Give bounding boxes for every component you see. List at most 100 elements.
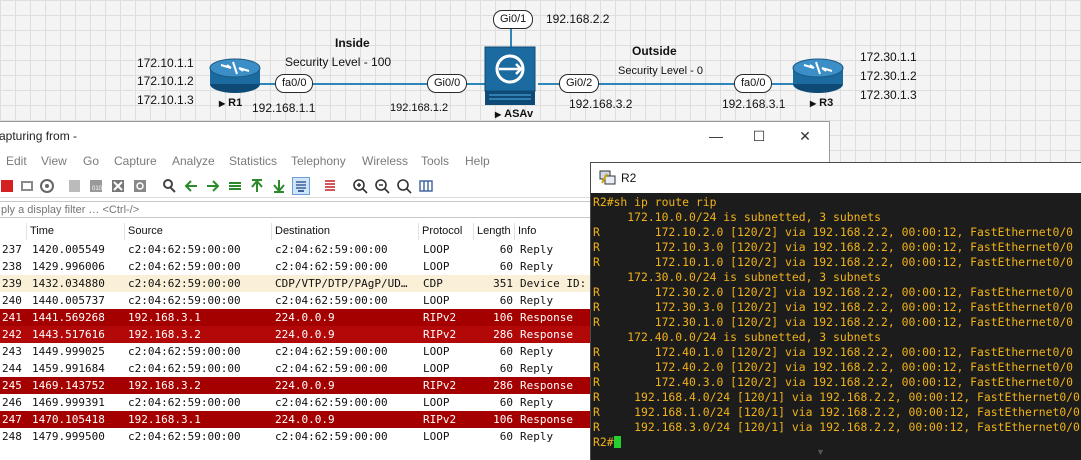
cell-src: c2:04:62:59:00:00 [128, 345, 241, 358]
menu-go[interactable]: Go [83, 154, 99, 168]
close-button[interactable]: ✕ [790, 126, 820, 146]
menu-edit[interactable]: Edit [6, 154, 27, 168]
wireshark-title: apturing from - [0, 129, 78, 143]
stop-capture-icon[interactable] [0, 178, 15, 194]
cell-src: c2:04:62:59:00:00 [128, 294, 241, 307]
r3-ip: 192.168.3.1 [722, 97, 786, 111]
close-file-icon[interactable] [110, 178, 126, 194]
go-back-icon[interactable] [183, 178, 199, 194]
capture-options-icon[interactable] [39, 178, 55, 194]
last-packet-icon[interactable] [271, 178, 287, 194]
terminal-line: R 192.168.3.0/24 [120/1] via 192.168.2.2… [593, 420, 1081, 435]
router-r1-icon[interactable] [207, 56, 263, 96]
cell-len: 60 [499, 362, 513, 375]
firewall-asav-icon[interactable] [481, 45, 539, 109]
menu-help[interactable]: Help [465, 154, 490, 168]
cell-time: 1479.999500 [32, 430, 105, 443]
cell-time: 1459.991684 [32, 362, 105, 375]
maximize-button[interactable]: ☐ [744, 126, 774, 146]
terminal-line: R 172.30.3.0 [120/2] via 192.168.2.2, 00… [593, 300, 1081, 315]
cell-len: 286 [493, 379, 513, 392]
putty-icon [599, 170, 616, 185]
cell-len: 60 [499, 396, 513, 409]
menu-tools[interactable]: Tools [421, 154, 449, 168]
terminal-line-text: 172.40.0.0/24 is subnetted, 3 subnets [593, 330, 882, 344]
menu-wireless[interactable]: Wireless [362, 154, 408, 168]
cell-time: 1420.005549 [32, 243, 105, 256]
menu-analyze[interactable]: Analyze [172, 154, 215, 168]
terminal-output[interactable]: R2#sh ip route rip 172.10.0.0/24 is subn… [593, 195, 1081, 450]
router-r3-icon[interactable] [790, 56, 846, 96]
cell-len: 351 [493, 277, 513, 290]
col-header-length[interactable]: Length [474, 223, 515, 240]
cell-dst: 224.0.0.9 [275, 328, 335, 341]
terminal-line: 172.40.0.0/24 is subnetted, 3 subnets [593, 330, 1081, 345]
cell-src: c2:04:62:59:00:00 [128, 243, 241, 256]
r1-loopback-2: 172.10.1.2 [137, 74, 194, 88]
menu-view[interactable]: View [41, 154, 67, 168]
reload-file-icon[interactable] [132, 178, 148, 194]
autoscroll-icon[interactable] [292, 177, 310, 195]
inside-label: Inside [335, 36, 370, 50]
go-to-packet-icon[interactable] [227, 178, 243, 194]
cell-time: 1441.569268 [32, 311, 105, 324]
open-file-icon[interactable] [67, 178, 83, 194]
col-header-source[interactable]: Source [125, 223, 272, 240]
cell-src: 192.168.3.2 [128, 379, 201, 392]
col-header-no[interactable] [0, 223, 27, 240]
cell-src: 192.168.3.1 [128, 311, 201, 324]
cell-len: 60 [499, 430, 513, 443]
cell-no: 238 [2, 260, 22, 273]
cell-time: 1449.999025 [32, 345, 105, 358]
col-header-destination[interactable]: Destination [272, 223, 419, 240]
find-packet-icon[interactable] [161, 178, 177, 194]
terminal-line: R2#sh ip route rip [593, 195, 1081, 210]
zoom-in-icon[interactable] [352, 178, 368, 194]
cell-src: c2:04:62:59:00:00 [128, 362, 241, 375]
restart-capture-icon[interactable] [19, 178, 35, 194]
r3-loopback-2: 172.30.1.2 [860, 69, 917, 83]
menu-statistics[interactable]: Statistics [229, 154, 277, 168]
cell-len: 106 [493, 413, 513, 426]
menu-telephony[interactable]: Telephony [291, 154, 346, 168]
resize-columns-icon[interactable] [418, 178, 434, 194]
display-filter-input[interactable] [0, 201, 599, 218]
wireshark-titlebar[interactable]: apturing from - — ☐ ✕ [0, 122, 829, 150]
zoom-out-icon[interactable] [374, 178, 390, 194]
r3-iface-fa0-0[interactable]: fa0/0 [734, 74, 773, 93]
r1-iface-fa0-0[interactable]: fa0/0 [275, 74, 314, 93]
terminal-line: R 172.10.1.0 [120/2] via 192.168.2.2, 00… [593, 255, 1081, 270]
asav-iface-gi0-2[interactable]: Gi0/2 [559, 74, 600, 93]
col-header-time[interactable]: Time [27, 223, 125, 240]
cell-no: 241 [2, 311, 22, 324]
terminal-line: R 172.30.1.0 [120/2] via 192.168.2.2, 00… [593, 315, 1081, 330]
scroll-down-icon[interactable]: ▼ [816, 447, 825, 457]
zoom-normal-icon[interactable] [396, 178, 412, 194]
asav-iface-gi0-0[interactable]: Gi0/0 [427, 74, 468, 93]
go-forward-icon[interactable] [205, 178, 221, 194]
terminal-line-text: R2#sh ip route rip [593, 195, 717, 209]
r1-loopback-3: 172.10.1.3 [137, 93, 194, 107]
cell-proto: LOOP [423, 260, 450, 273]
cell-no: 240 [2, 294, 22, 307]
first-packet-icon[interactable] [249, 178, 265, 194]
outside-label: Outside [632, 44, 677, 58]
minimize-button[interactable]: — [701, 126, 731, 146]
cell-no: 243 [2, 345, 22, 358]
cell-src: c2:04:62:59:00:00 [128, 260, 241, 273]
col-header-protocol[interactable]: Protocol [419, 223, 474, 240]
r2-terminal-titlebar[interactable]: R2 [591, 163, 1081, 193]
terminal-line-text: R 172.40.2.0 [120/2] via 192.168.2.2, 00… [593, 360, 1074, 374]
cell-proto: RIPv2 [423, 311, 457, 324]
asav-ip-top: 192.168.2.2 [546, 12, 610, 26]
cell-no: 248 [2, 430, 22, 443]
cell-time: 1429.996006 [32, 260, 105, 273]
colorize-icon[interactable] [322, 178, 338, 194]
asav-iface-gi0-1[interactable]: Gi0/1 [493, 10, 534, 29]
menu-capture[interactable]: Capture [114, 154, 157, 168]
terminal-line: R 172.10.2.0 [120/2] via 192.168.2.2, 00… [593, 225, 1081, 240]
save-file-icon[interactable]: 010 [88, 178, 104, 194]
cell-len: 60 [499, 294, 513, 307]
r3-loopback-3: 172.30.1.3 [860, 88, 917, 102]
terminal-line-text: R 172.10.1.0 [120/2] via 192.168.2.2, 00… [593, 255, 1074, 269]
